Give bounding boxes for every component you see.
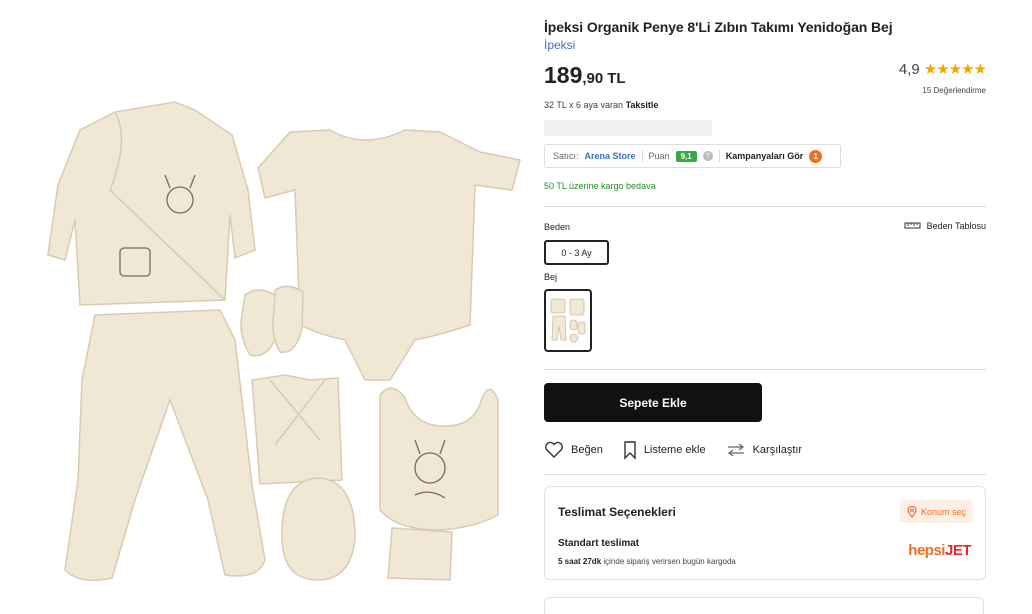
add-to-list-label: Listeme ekle [643, 444, 706, 456]
product-main-image[interactable] [20, 80, 535, 605]
size-table-link[interactable]: Beden Tablosu [904, 220, 986, 232]
divider [641, 150, 643, 162]
rating[interactable]: 4,9 ★★★★★ [898, 60, 987, 79]
price-decimal: ,90 [582, 70, 604, 87]
seller-score-label: Puan [648, 151, 670, 161]
logo-part: JET [944, 542, 972, 559]
size-label: Beden [544, 222, 571, 232]
compare-icon [727, 443, 744, 457]
size-option-selected[interactable]: 0 - 3 Ay [544, 240, 609, 265]
compare-label: Karşılaştır [752, 444, 803, 456]
free-shipping-note: 50 TL üzerine kargo bedava [544, 181, 656, 191]
brand-link[interactable]: İpeksi [544, 38, 575, 52]
campaigns-link[interactable]: Kampanyaları Gör [726, 151, 804, 161]
next-card [544, 597, 984, 614]
divider [718, 150, 720, 162]
color-option-selected[interactable] [544, 289, 592, 352]
delivery-title: Teslimat Seçenekleri [558, 505, 676, 519]
rating-score: 4,9 [898, 60, 920, 78]
ruler-icon [904, 222, 921, 229]
seller-score-badge: 9,1 [675, 150, 697, 162]
divider [544, 206, 986, 207]
bookmark-icon [624, 441, 636, 460]
installment-prefix: 32 TL x 6 aya varan [544, 100, 626, 110]
hepsijet-logo: hepsiJET [908, 542, 971, 559]
choose-location-label: Konum seç [920, 506, 966, 517]
star-icon: ★★★★★ [923, 61, 987, 78]
price-integer: 189 [544, 62, 583, 88]
baby-set-illustration [47, 101, 521, 581]
seller-label: Satıcı: [553, 151, 579, 161]
installment-bold: Taksitle [625, 100, 659, 110]
seller-bar: Satıcı: Arena Store Puan 9,1 ? Kampanyal… [544, 144, 841, 168]
color-label: Bej [544, 272, 558, 282]
add-to-list-button[interactable]: Listeme ekle [623, 440, 706, 460]
seller-name-link[interactable]: Arena Store [585, 151, 636, 161]
standard-delivery-title: Standart teslimat [558, 538, 640, 549]
product-info: İpeksi Organik Penye 8'Li Zıbın Takımı Y… [544, 0, 988, 614]
price: 189,90 TL [544, 62, 626, 89]
product-actions: Beğen Listeme ekle Karşılaştır [544, 440, 802, 460]
installment-info: 32 TL x 6 aya varan Taksitle [544, 100, 658, 110]
choose-location-button[interactable]: Konum seç [899, 500, 973, 523]
size-table-label: Beden Tablosu [926, 221, 986, 231]
color-thumbnail [550, 298, 586, 342]
campaign-count-badge: 1 [809, 149, 823, 163]
product-page: İpeksi Organik Penye 8'Li Zıbın Takımı Y… [0, 0, 1032, 614]
help-icon[interactable]: ? [702, 151, 713, 161]
add-to-cart-button[interactable]: Sepete Ekle [544, 383, 762, 422]
loading-placeholder [544, 120, 712, 136]
heart-icon [545, 441, 563, 458]
like-label: Beğen [571, 444, 603, 456]
divider [544, 369, 986, 370]
product-title: İpeksi Organik Penye 8'Li Zıbın Takımı Y… [544, 19, 893, 35]
standard-delivery-desc: 5 saat 27dk içinde sipariş verirsen bugü… [558, 557, 736, 566]
logo-part: hepsi [908, 542, 945, 559]
location-pin-icon [907, 505, 917, 518]
delivery-countdown: 5 saat 27dk [558, 557, 602, 566]
delivery-note: içinde sipariş verirsen bugün kargoda [601, 557, 736, 566]
divider [544, 474, 986, 475]
review-count-link[interactable]: 15 Değerlendirme [922, 86, 986, 95]
like-button[interactable]: Beğen [544, 440, 603, 460]
compare-button[interactable]: Karşılaştır [726, 440, 803, 460]
price-currency: TL [607, 70, 626, 87]
delivery-options-card: Teslimat Seçenekleri Konum seç Standart … [544, 486, 986, 580]
